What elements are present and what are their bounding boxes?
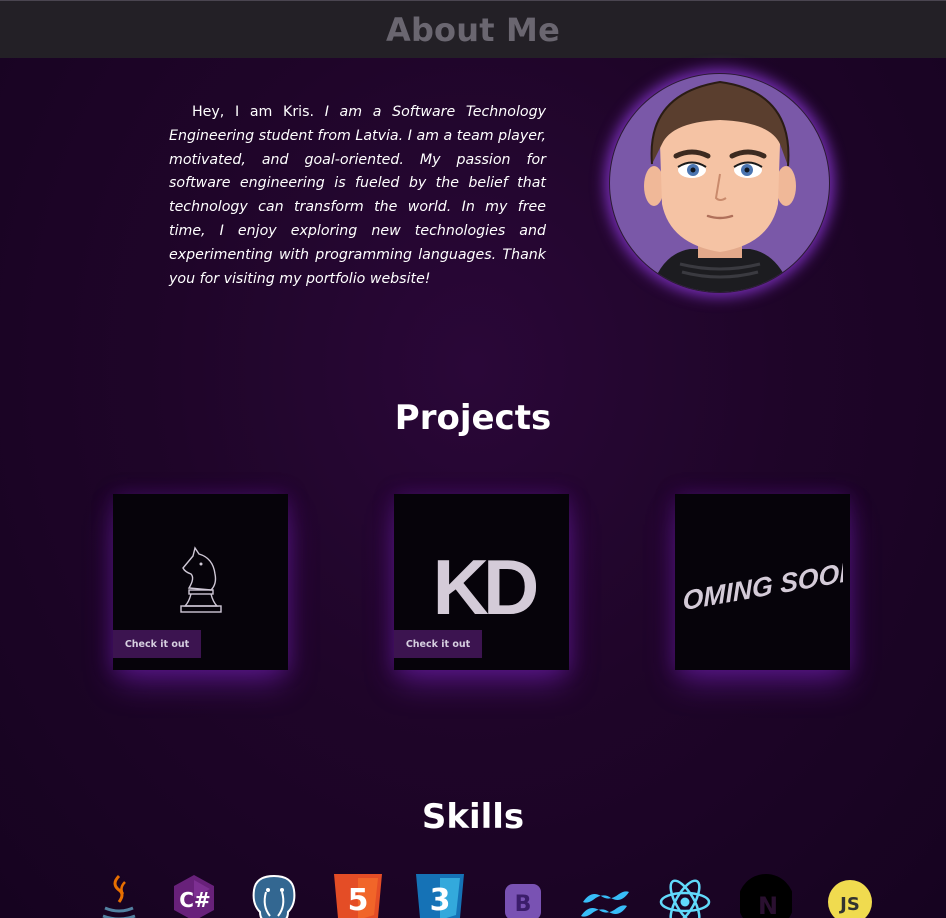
skills-list: C# 5 3 B N JS [0, 872, 946, 918]
check-it-out-button[interactable]: Check it out [394, 630, 482, 658]
postgresql-icon [252, 874, 296, 918]
nextjs-icon: N [740, 874, 792, 918]
project-card-coming-soon: COMING SOON [675, 494, 850, 670]
react-icon [659, 879, 711, 918]
coming-soon-icon: COMING SOON [683, 554, 843, 614]
avatar-illustration [644, 80, 796, 292]
svg-text:COMING SOON: COMING SOON [683, 554, 843, 614]
bio-rest: I am a Software Technology Engineering s… [169, 104, 546, 287]
tailwind-icon [581, 891, 629, 917]
svg-text:JS: JS [838, 894, 860, 915]
chess-knight-icon [180, 546, 222, 613]
check-it-out-button[interactable]: Check it out [113, 630, 201, 658]
avatar [609, 73, 830, 293]
kd-logo-icon: KD [433, 550, 536, 620]
java-icon [102, 874, 136, 918]
bio-lead: Hey, I am Kris. [192, 104, 314, 120]
svg-text:KD: KD [433, 550, 536, 620]
project-card-kd[interactable]: KD Check it out [394, 494, 569, 670]
javascript-icon: JS [828, 880, 872, 918]
bio-text: Hey, I am Kris. I am a Software Technolo… [169, 101, 546, 291]
projects-title: Projects [394, 398, 552, 438]
project-card-chess[interactable]: Check it out [113, 494, 288, 670]
svg-text:5: 5 [348, 883, 369, 918]
svg-text:C#: C# [179, 888, 210, 912]
skills-title: Skills [421, 797, 525, 837]
svg-text:3: 3 [430, 883, 451, 918]
svg-text:N: N [758, 892, 778, 918]
bootstrap-icon: B [505, 884, 541, 918]
css3-icon: 3 [416, 874, 464, 918]
svg-text:B: B [515, 892, 532, 917]
page-title: About Me [385, 10, 561, 49]
top-header: About Me [0, 0, 946, 58]
html5-icon: 5 [334, 874, 382, 918]
csharp-icon: C# [174, 875, 214, 918]
